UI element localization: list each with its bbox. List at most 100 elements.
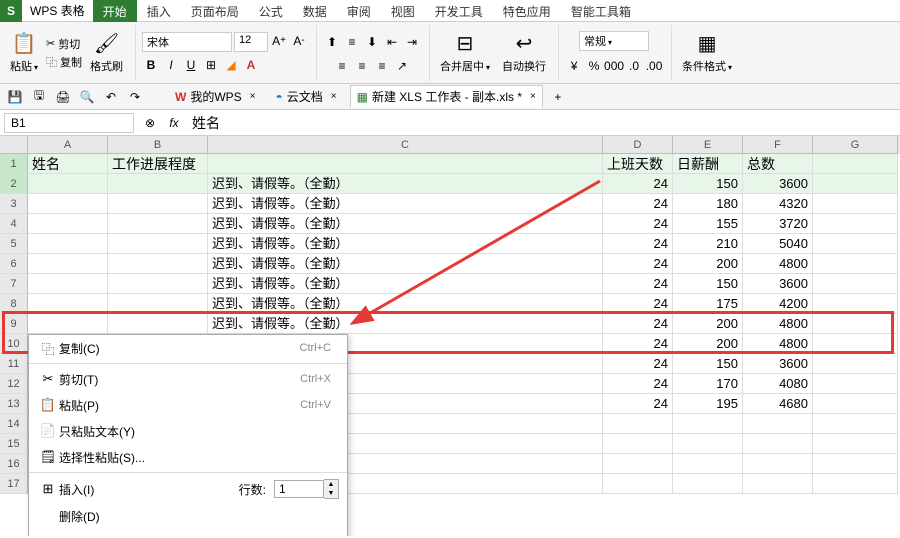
grow-font-button[interactable]: A+ [270, 32, 288, 50]
cm-paste-special[interactable]: 🗒选择性粘贴(S)... [29, 444, 347, 470]
row-header[interactable]: 6 [0, 254, 28, 274]
row-header[interactable]: 15 [0, 434, 28, 454]
redo-button[interactable]: ↷ [126, 88, 144, 106]
align-bottom-button[interactable]: ⬇ [363, 33, 381, 51]
cell[interactable]: 3600 [743, 354, 813, 374]
cell[interactable]: 24 [603, 214, 673, 234]
menu-tab-smart[interactable]: 智能工具箱 [561, 0, 641, 22]
cell[interactable]: 200 [673, 334, 743, 354]
row-header[interactable]: 12 [0, 374, 28, 394]
cell[interactable] [108, 194, 208, 214]
cell[interactable] [603, 474, 673, 494]
copy-button[interactable]: ⿻复制 [46, 54, 82, 70]
spin-down-button[interactable]: ▼ [324, 489, 338, 498]
cell[interactable] [28, 314, 108, 334]
menu-tab-formula[interactable]: 公式 [249, 0, 293, 22]
cell[interactable] [108, 174, 208, 194]
cell[interactable]: 170 [673, 374, 743, 394]
cell[interactable]: 4680 [743, 394, 813, 414]
cond-format-button[interactable]: ▦条件格式 [678, 27, 736, 79]
cell[interactable]: 迟到、请假等。（全勤） [208, 274, 603, 294]
cm-clear[interactable]: 清除内容(N) [29, 529, 347, 536]
menu-tab-data[interactable]: 数据 [293, 0, 337, 22]
bold-button[interactable]: B [142, 56, 160, 74]
cell[interactable]: 4320 [743, 194, 813, 214]
cell[interactable]: 24 [603, 334, 673, 354]
cell[interactable] [813, 154, 898, 174]
menu-tab-start[interactable]: 开始 [93, 0, 137, 22]
cell[interactable]: 工作进展程度 [108, 154, 208, 174]
fx-button[interactable]: fx [162, 116, 186, 130]
undo-button[interactable]: ↶ [102, 88, 120, 106]
row-header[interactable]: 8 [0, 294, 28, 314]
underline-button[interactable]: U [182, 56, 200, 74]
row-header[interactable]: 9 [0, 314, 28, 334]
name-box[interactable] [4, 113, 134, 133]
indent-inc-button[interactable]: ⇥ [403, 33, 421, 51]
cell[interactable] [108, 234, 208, 254]
cell[interactable]: 迟到、请假等。（全勤） [208, 314, 603, 334]
cell[interactable] [813, 374, 898, 394]
cell[interactable] [813, 294, 898, 314]
cell[interactable] [673, 474, 743, 494]
cell[interactable] [813, 434, 898, 454]
merge-button[interactable]: ⊟合并居中 [436, 27, 494, 79]
cell[interactable]: 24 [603, 194, 673, 214]
cell[interactable] [673, 414, 743, 434]
col-header-f[interactable]: F [743, 136, 813, 154]
format-painter-button[interactable]: 🖌格式刷 [86, 27, 127, 79]
col-header-e[interactable]: E [673, 136, 743, 154]
cell[interactable]: 200 [673, 314, 743, 334]
border-button[interactable]: ⊞ [202, 56, 220, 74]
cancel-formula-button[interactable]: ⊗ [138, 116, 162, 130]
cell[interactable]: 155 [673, 214, 743, 234]
cell[interactable] [108, 294, 208, 314]
mywps-tab[interactable]: W我的WPS× [168, 85, 263, 108]
fill-color-button[interactable]: ◢ [222, 56, 240, 74]
cell[interactable] [603, 414, 673, 434]
cell[interactable] [813, 214, 898, 234]
italic-button[interactable]: I [162, 56, 180, 74]
cell[interactable]: 4800 [743, 334, 813, 354]
cell[interactable]: 4800 [743, 314, 813, 334]
new-tab-button[interactable]: + [549, 88, 567, 106]
dec-inc-button[interactable]: .0 [625, 57, 643, 75]
row-header[interactable]: 4 [0, 214, 28, 234]
close-icon[interactable]: × [530, 91, 536, 102]
cell[interactable]: 24 [603, 234, 673, 254]
cell[interactable] [28, 254, 108, 274]
font-color-button[interactable]: A [242, 56, 260, 74]
cell[interactable] [673, 454, 743, 474]
comma-button[interactable]: 000 [605, 57, 623, 75]
cell[interactable] [813, 274, 898, 294]
cell[interactable]: 210 [673, 234, 743, 254]
cell[interactable] [813, 454, 898, 474]
cell[interactable] [743, 474, 813, 494]
currency-button[interactable]: ¥ [565, 57, 583, 75]
cell[interactable]: 150 [673, 174, 743, 194]
font-name-select[interactable]: 宋体 [142, 32, 232, 52]
cell[interactable] [743, 454, 813, 474]
cell[interactable]: 5040 [743, 234, 813, 254]
align-center-button[interactable]: ≡ [353, 57, 371, 75]
cell[interactable] [813, 354, 898, 374]
align-right-button[interactable]: ≡ [373, 57, 391, 75]
save-button[interactable]: 💾 [6, 88, 24, 106]
cell[interactable]: 迟到、请假等。（全勤） [208, 254, 603, 274]
cm-insert[interactable]: ⊞ 插入(I) 行数: ▲▼ [29, 475, 347, 503]
print-button[interactable]: 🖨 [54, 88, 72, 106]
cell[interactable]: 180 [673, 194, 743, 214]
cell[interactable] [28, 234, 108, 254]
paste-button[interactable]: 📋粘贴 [6, 27, 42, 79]
cell[interactable] [673, 434, 743, 454]
cell[interactable]: 姓名 [28, 154, 108, 174]
row-header[interactable]: 16 [0, 454, 28, 474]
cell[interactable]: 迟到、请假等。（全勤） [208, 234, 603, 254]
cm-copy[interactable]: ⿻复制(C)Ctrl+C [29, 335, 347, 361]
row-header[interactable]: 10 [0, 334, 28, 354]
spin-up-button[interactable]: ▲ [324, 480, 338, 489]
cell[interactable]: 3720 [743, 214, 813, 234]
menu-tab-review[interactable]: 审阅 [337, 0, 381, 22]
cell[interactable] [108, 274, 208, 294]
cell[interactable]: 24 [603, 274, 673, 294]
